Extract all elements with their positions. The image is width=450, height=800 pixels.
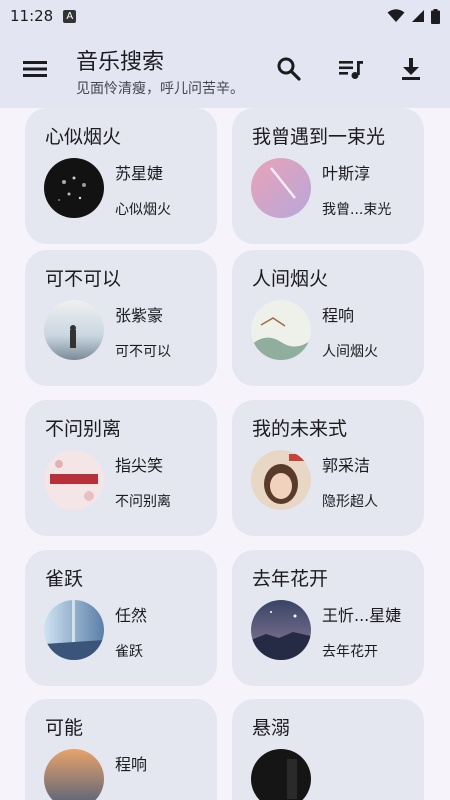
- song-grid: 心似烟火 苏星婕 心似烟火 我曾遇到一束光 叶斯淳 我曾...束光 可不可以 张…: [0, 108, 450, 800]
- song-card[interactable]: 可不可以 张紫豪 可不可以: [25, 250, 217, 386]
- app-title: 音乐搜索: [76, 50, 165, 75]
- song-card[interactable]: 我曾遇到一束光 叶斯淳 我曾...束光: [232, 108, 424, 244]
- album-cover: [44, 450, 104, 510]
- song-card[interactable]: 可能 程响: [25, 699, 217, 800]
- album-cover: [251, 158, 311, 218]
- song-artist: 叶斯淳: [322, 164, 371, 183]
- song-artist: 郭采洁: [322, 456, 371, 475]
- song-album: 我曾...束光: [322, 202, 392, 218]
- album-cover: [44, 600, 104, 660]
- song-album: 可不可以: [115, 344, 171, 360]
- song-artist: 任然: [115, 606, 148, 625]
- song-title: 我的未来式: [252, 418, 348, 440]
- song-card[interactable]: 去年花开 王忻...星婕 去年花开: [232, 550, 424, 686]
- song-card[interactable]: 不问别离 指尖笑 不问别离: [25, 400, 217, 536]
- song-artist: 程响: [322, 306, 355, 325]
- song-album: 人间烟火: [322, 344, 378, 360]
- song-album: 去年花开: [322, 644, 378, 660]
- album-cover: [44, 749, 104, 800]
- song-title: 去年花开: [252, 568, 329, 590]
- notification-icon: A: [63, 9, 77, 23]
- status-bar: 11:28 A: [0, 0, 450, 32]
- song-card[interactable]: 雀跃 任然 雀跃: [25, 550, 217, 686]
- song-card[interactable]: 心似烟火 苏星婕 心似烟火: [25, 108, 217, 244]
- album-cover: [44, 158, 104, 218]
- search-button[interactable]: [274, 54, 304, 84]
- status-time: 11:28: [10, 7, 54, 25]
- song-album: 隐形超人: [322, 494, 378, 510]
- album-cover: [251, 450, 311, 510]
- song-title: 不问别离: [45, 418, 122, 440]
- search-icon: [277, 57, 301, 81]
- menu-button[interactable]: [20, 54, 50, 84]
- song-card[interactable]: 我的未来式 郭采洁 隐形超人: [232, 400, 424, 536]
- song-artist: 程响: [115, 755, 148, 774]
- song-card[interactable]: 悬溺: [232, 699, 424, 800]
- song-album: 不问别离: [115, 494, 171, 510]
- album-cover: [44, 300, 104, 360]
- song-title: 悬溺: [252, 717, 291, 739]
- menu-icon: [23, 61, 47, 77]
- song-album: 雀跃: [115, 644, 143, 660]
- playlist-icon: [339, 61, 363, 79]
- battery-icon: [431, 8, 440, 24]
- app-bar: 音乐搜索 见面怜清瘦，呼儿问苦辛。: [0, 32, 450, 108]
- song-title: 人间烟火: [252, 268, 329, 290]
- song-title: 可能: [45, 717, 84, 739]
- song-title: 心似烟火: [45, 126, 122, 148]
- album-cover: [251, 300, 311, 360]
- download-icon: [402, 58, 420, 80]
- app-subtitle: 见面怜清瘦，呼儿问苦辛。: [76, 81, 244, 97]
- song-title: 我曾遇到一束光: [252, 126, 386, 148]
- song-artist: 张紫豪: [115, 306, 164, 325]
- album-cover: [251, 749, 311, 800]
- song-title: 可不可以: [45, 268, 122, 290]
- playlist-button[interactable]: [336, 54, 366, 84]
- song-artist: 王忻...星婕: [322, 606, 402, 625]
- song-card[interactable]: 人间烟火 程响 人间烟火: [232, 250, 424, 386]
- wifi-icon: [387, 9, 405, 22]
- signal-icon: [412, 10, 424, 22]
- status-icons: [387, 8, 440, 24]
- song-album: 心似烟火: [115, 202, 171, 218]
- song-artist: 指尖笑: [115, 456, 164, 475]
- song-title: 雀跃: [45, 568, 84, 590]
- album-cover: [251, 600, 311, 660]
- download-button[interactable]: [396, 54, 426, 84]
- song-artist: 苏星婕: [115, 164, 164, 183]
